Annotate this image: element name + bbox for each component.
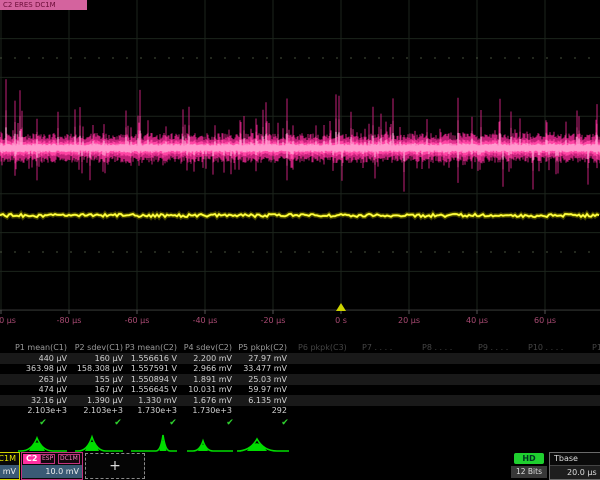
measure-cell: 1.556645 V	[131, 385, 177, 394]
timebase-label: Tbase	[550, 453, 600, 466]
measure-header-unused: P7 . . . .	[362, 343, 392, 352]
measure-header: P2 sdev(C1)	[75, 343, 123, 352]
measure-cell: 1.730e+3	[137, 406, 177, 415]
measure-cell: 2.200 mV	[193, 354, 232, 363]
measure-status-check: ✔	[226, 418, 234, 428]
measure-cell: 2.103e+3	[27, 406, 67, 415]
channel-c1-box[interactable]: C1M 0 mV	[0, 452, 20, 480]
c2-coupling-badge: DC1M	[58, 454, 80, 464]
measure-cell: 474 µV	[39, 385, 67, 394]
measure-cell: 2.966 mV	[193, 364, 232, 373]
measure-header-unused: P1	[592, 343, 600, 352]
measure-cell: 2.103e+3	[83, 406, 123, 415]
measure-cell: 27.97 mV	[248, 354, 287, 363]
hd-mode-badge: HD	[514, 453, 544, 464]
measure-header: P3 mean(C2)	[125, 343, 177, 352]
measure-cell: 160 µV	[95, 354, 123, 363]
measure-cell: 1.330 mV	[138, 396, 177, 405]
timebase-value: 20.0 µs	[550, 466, 600, 479]
time-axis-label: -40 µs	[193, 316, 218, 325]
measure-header-unused: P10 . . . .	[528, 343, 563, 352]
oscilloscope-screen: C2 ERES DC1M -100 µs -80 µs -60 µs -40 µs -2…	[0, 0, 600, 480]
measure-cell: 263 µV	[39, 375, 67, 384]
measure-cell: 33.477 mV	[243, 364, 287, 373]
measure-cell: 1.676 mV	[193, 396, 232, 405]
measure-cell: 1.390 µV	[87, 396, 123, 405]
measure-cell: 25.03 mV	[248, 375, 287, 384]
channel-c2-box[interactable]: C2 ESP DC1M 10.0 mV	[21, 452, 83, 480]
measure-status-check: ✔	[169, 418, 177, 428]
measure-cell: 167 µV	[95, 385, 123, 394]
adc-bits-label: 12 Bits	[511, 466, 547, 478]
time-axis-label: -20 µs	[261, 316, 286, 325]
measure-cell: 440 µV	[39, 354, 67, 363]
measure-header: P5 pkpk(C2)	[238, 343, 287, 352]
measure-cell: 1.557591 V	[131, 364, 177, 373]
measure-header: P4 sdev(C2)	[184, 343, 232, 352]
measure-cell: 158.308 µV	[77, 364, 123, 373]
timebase-box[interactable]: Tbase 20.0 µs	[549, 452, 600, 480]
measure-header-unused: P9 . . . .	[478, 343, 508, 352]
measure-header-unused: P8 . . . .	[422, 343, 452, 352]
measure-cell: 32.16 µV	[31, 396, 67, 405]
time-axis-label: 20 µs	[398, 316, 420, 325]
time-axis-label: 40 µs	[466, 316, 488, 325]
c1-scale-value: 0 mV	[0, 465, 19, 478]
text-layer: C2 ERES DC1M -100 µs -80 µs -60 µs -40 µs -2…	[0, 0, 600, 480]
time-axis-label: 60 µs	[534, 316, 556, 325]
measure-status-check: ✔	[39, 418, 47, 428]
c2-label: C2	[23, 454, 40, 464]
measure-cell: 1.556616 V	[131, 354, 177, 363]
measure-cell: 6.135 mV	[248, 396, 287, 405]
measure-cell: 10.031 mV	[188, 385, 232, 394]
measure-cell: 59.97 mV	[248, 385, 287, 394]
trace-banner: C2 ERES DC1M	[0, 0, 87, 10]
measure-cell: 1.891 mV	[193, 375, 232, 384]
measure-status-check: ✔	[281, 418, 289, 428]
measure-cell: 363.98 µV	[26, 364, 67, 373]
measure-cell: 1.550894 V	[131, 375, 177, 384]
time-axis-label: -80 µs	[57, 316, 82, 325]
add-trace-button[interactable]: +	[85, 453, 145, 479]
measure-status-check: ✔	[114, 418, 122, 428]
time-axis-label: -60 µs	[125, 316, 150, 325]
c1-coupling-badge: C1M	[0, 454, 16, 463]
time-axis-label: -100 µs	[0, 316, 16, 325]
measure-header-unused: P6 pkpk(C3)	[298, 343, 347, 352]
measure-header: P1 mean(C1)	[15, 343, 67, 352]
c2-eres-badge: ESP	[40, 454, 55, 464]
c2-scale-value: 10.0 mV	[22, 465, 82, 478]
measure-cell: 155 µV	[95, 375, 123, 384]
time-axis-label: 0 s	[335, 316, 347, 325]
measure-cell: 1.730e+3	[192, 406, 232, 415]
measure-cell: 292	[272, 406, 287, 415]
